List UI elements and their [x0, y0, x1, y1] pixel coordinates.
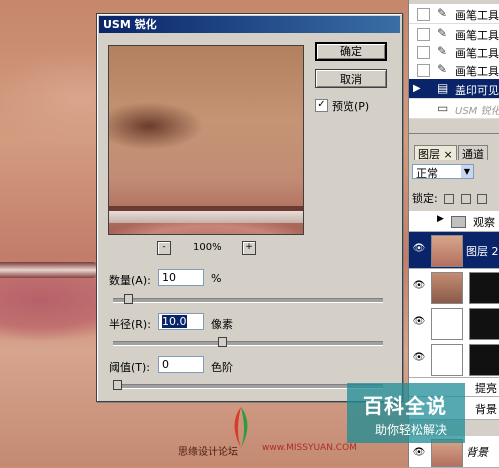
zoom-out-button[interactable]: - — [157, 241, 171, 255]
layer-thumbnail — [431, 439, 463, 467]
radius-slider[interactable] — [113, 341, 383, 346]
history-item[interactable]: ✎ 画笔工具 — [409, 24, 499, 44]
blend-mode-select[interactable]: 正常 ▼ — [412, 164, 474, 180]
folder-icon — [451, 216, 466, 228]
history-checkbox[interactable] — [417, 46, 430, 59]
radius-label: 半径(R): — [109, 318, 151, 331]
amount-slider[interactable] — [113, 298, 383, 303]
curves-adjustment-icon — [431, 344, 463, 376]
preview-checkbox[interactable]: ✓ — [315, 99, 328, 112]
preview-label: 预览(P) — [332, 100, 370, 113]
layer-mask-thumbnail — [469, 308, 499, 340]
layer-row[interactable]: 👁 — [409, 269, 499, 306]
amount-input[interactable]: 10 — [158, 269, 204, 286]
layer-mask-thumbnail — [469, 272, 499, 304]
amount-unit: % — [211, 272, 222, 285]
layer-row-selected[interactable]: 👁 图层 2 — [409, 232, 499, 269]
history-item[interactable]: ✎ 画笔工具 — [409, 60, 499, 80]
layer-row[interactable]: 👁 — [409, 341, 499, 378]
brush-icon: ✎ — [437, 62, 448, 76]
layer-mask-thumbnail — [469, 344, 499, 376]
ok-button[interactable]: 确定 — [315, 42, 387, 61]
lock-position-icon[interactable] — [477, 194, 488, 204]
history-item[interactable]: ✎ 画笔工具 — [409, 4, 499, 24]
history-checkbox[interactable] — [417, 28, 430, 41]
history-state-icon[interactable]: ▶ — [413, 83, 424, 94]
curves-adjustment-icon — [431, 308, 463, 340]
chevron-down-icon: ▼ — [461, 165, 473, 178]
radius-slider-thumb[interactable] — [218, 337, 228, 347]
amount-label: 数量(A): — [109, 274, 151, 287]
history-item[interactable]: ▭ USM 锐化 — [409, 99, 499, 119]
preview-image[interactable] — [108, 45, 304, 235]
threshold-unit: 色阶 — [211, 361, 233, 374]
zoom-in-button[interactable]: + — [242, 241, 256, 255]
brush-icon: ✎ — [437, 44, 448, 58]
baike-subtitle: 助你轻松解决 — [375, 423, 448, 437]
visibility-toggle[interactable] — [412, 215, 426, 225]
layer-thumbnail — [431, 235, 463, 267]
threshold-slider[interactable] — [113, 384, 383, 389]
expand-arrow-icon[interactable]: ▶ — [437, 214, 444, 224]
brush-icon: ✎ — [437, 6, 448, 20]
amount-slider-thumb[interactable] — [123, 294, 133, 304]
baike-title: 百科全说 — [363, 394, 447, 418]
tab-layers[interactable]: 图层 × — [414, 145, 457, 161]
threshold-input[interactable]: 0 — [158, 356, 204, 373]
brush-icon: ✎ — [437, 26, 448, 40]
lock-pixels-icon[interactable] — [460, 194, 471, 204]
radius-unit: 像素 — [211, 318, 233, 331]
history-checkbox[interactable] — [417, 64, 430, 77]
history-item[interactable]: ✎ 画笔工具 — [409, 42, 499, 62]
photo-lips — [0, 262, 100, 278]
eye-icon[interactable]: 👁 — [412, 243, 426, 254]
layer-group-row[interactable]: ▶ 观察 — [409, 211, 499, 232]
tab-channels[interactable]: 通道 — [458, 145, 488, 161]
history-checkbox[interactable] — [417, 8, 430, 21]
layer-stamp-icon: ▤ — [437, 81, 449, 95]
radius-input[interactable]: 10.0 — [158, 313, 204, 330]
lock-row: 锁定: — [412, 190, 488, 206]
watermark-site-name: 思缘设计论坛 — [178, 447, 238, 458]
dialog-title[interactable]: USM 锐化 — [99, 16, 400, 33]
layer-thumbnail — [431, 272, 463, 304]
eye-icon[interactable]: 👁 — [412, 447, 426, 458]
filter-icon: ▭ — [437, 101, 449, 115]
history-item-selected[interactable]: ▶ ▤ 盖印可见 — [409, 79, 499, 99]
eye-icon[interactable]: 👁 — [412, 352, 426, 363]
zoom-level: 100% — [193, 242, 222, 253]
lock-transparency-icon[interactable] — [444, 194, 455, 204]
unsharp-mask-dialog: USM 锐化 - 100% + 确定 取消 ✓ 预览(P) 数量(A): 10 … — [96, 13, 403, 402]
eye-icon[interactable]: 👁 — [412, 280, 426, 291]
eye-icon[interactable]: 👁 — [412, 316, 426, 327]
cancel-button[interactable]: 取消 — [315, 69, 387, 88]
watermark-site-url: www.MISSYUAN.COM — [262, 443, 357, 453]
baike-watermark: 百科全说 助你轻松解决 — [347, 383, 465, 443]
layer-row[interactable]: 👁 — [409, 305, 499, 342]
threshold-label: 阈值(T): — [109, 361, 151, 374]
threshold-slider-thumb[interactable] — [113, 380, 122, 390]
